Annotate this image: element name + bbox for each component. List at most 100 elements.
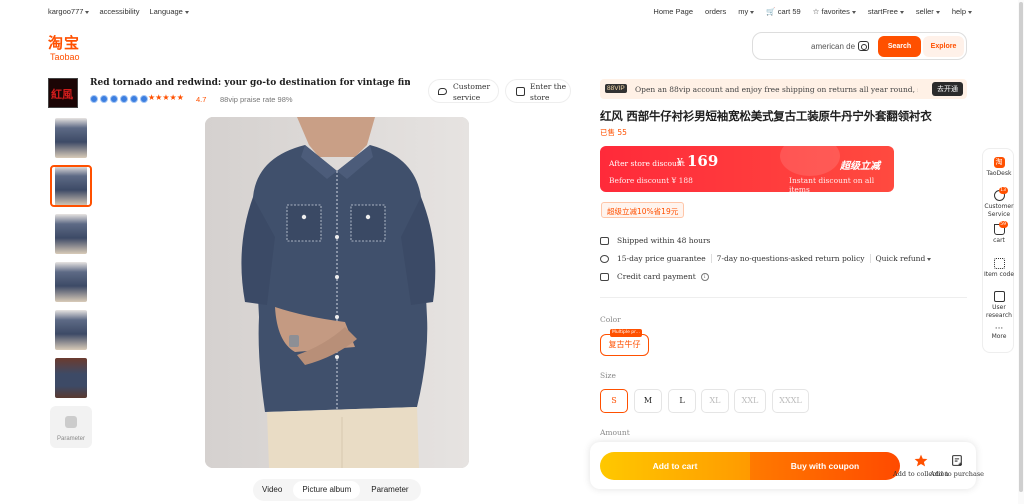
star-icon — [914, 454, 928, 467]
research-icon — [993, 291, 1005, 302]
rail-cart-label: cart — [993, 237, 1005, 244]
truck-icon — [600, 236, 609, 245]
shop-level-badges — [90, 95, 148, 103]
orders-link[interactable]: orders — [705, 7, 726, 16]
buy-with-coupon-button[interactable]: Buy with coupon — [750, 452, 900, 480]
badge-icon — [140, 95, 148, 103]
rail-item-code-label: Item code — [983, 271, 1015, 278]
thumbnail-active[interactable] — [50, 165, 92, 207]
user-menu[interactable]: kargoo777 — [48, 7, 89, 16]
amount-label: Amount — [600, 428, 630, 437]
shield-icon — [600, 254, 609, 263]
rail-taodesk-label: TaoDesk — [986, 170, 1012, 177]
parameter-thumb-label: Parameter — [56, 436, 85, 442]
enter-store-button[interactable]: Enter the store — [505, 79, 571, 103]
size-option-l[interactable]: L — [668, 389, 696, 413]
coupon-badge[interactable]: 超级立减10%省19元 — [601, 202, 685, 218]
shipping-info: Shipped within 48 hours — [600, 236, 710, 245]
rail-item-code[interactable]: Item code — [983, 258, 1015, 279]
before-discount-price: Before discount ¥ 188 — [609, 176, 693, 185]
rail-more[interactable]: ··· More — [983, 325, 1015, 341]
currency-symbol: ¥ — [677, 158, 683, 168]
rail-customer-service-label: Customer Service — [984, 203, 1014, 218]
taobao-logo[interactable]: 淘宝 Taobao — [48, 32, 80, 62]
shop-name-text: Red tornado and redwind: your go-to dest… — [90, 78, 410, 88]
vip-banner[interactable]: 88VIP Open an 88vip account and enjoy fr… — [600, 79, 967, 99]
home-page-link[interactable]: Home Page — [653, 7, 693, 16]
quick-refund-dropdown[interactable]: Quick refund — [876, 254, 932, 263]
product-title: 红风 西部牛仔衬衫男短袖宽松美式复古工装原牛丹宁外套翻领衬衣 — [600, 109, 932, 123]
badge-icon — [120, 95, 128, 103]
customer-service-button[interactable]: Customer service — [428, 79, 499, 103]
rail-cart[interactable]: 59 cart — [983, 221, 1015, 245]
store-icon — [516, 87, 525, 96]
rail-customer-service[interactable]: 13 Customer Service — [983, 187, 1015, 218]
explore-button[interactable]: Explore — [923, 36, 964, 57]
instant-discount-label: Instant discount on all items — [789, 176, 875, 192]
camera-icon[interactable] — [858, 41, 869, 51]
star-icon: ☆ — [812, 7, 820, 16]
chat-icon — [438, 88, 447, 95]
badge-icon — [130, 95, 138, 103]
taobao-icon: 淘 — [993, 157, 1005, 168]
guarantee-info: 15-day price guarantee 7-day no-questions… — [600, 254, 931, 263]
my-menu[interactable]: my — [738, 7, 754, 16]
color-option[interactable]: Multiple pr... 复古牛仔 — [600, 329, 649, 356]
shop-rating: 4.7 — [196, 95, 207, 104]
page-scrollbar[interactable] — [1018, 0, 1024, 504]
main-product-image[interactable] — [205, 117, 469, 468]
badge-icon — [100, 95, 108, 103]
seller-menu[interactable]: seller — [916, 7, 940, 16]
color-option-label: 复古牛仔 — [608, 340, 641, 349]
tab-video[interactable]: Video — [253, 481, 291, 499]
accessibility-link[interactable]: accessibility — [99, 7, 139, 16]
scrollbar-thumb[interactable] — [1019, 2, 1023, 492]
size-option-s[interactable]: S — [600, 389, 628, 413]
rail-user-research-label: User research — [986, 304, 1012, 319]
size-option-m[interactable]: M — [634, 389, 662, 413]
customer-service-icon: 13 — [993, 187, 1008, 201]
thumbnail[interactable] — [50, 213, 92, 255]
thumbnail[interactable] — [50, 309, 92, 351]
tab-picture-album[interactable]: Picture album — [293, 481, 361, 499]
badge-icon — [90, 95, 98, 103]
size-option-xl[interactable]: XL — [701, 389, 729, 413]
shop-name[interactable]: Red tornado and redwind: your go-to dest… — [90, 78, 410, 88]
cart-icon: 🛒 — [766, 7, 776, 16]
returns-text: 7-day no-questions-asked return policy — [716, 254, 865, 263]
rail-taodesk[interactable]: 淘 TaoDesk — [983, 157, 1015, 178]
more-dots-icon: ··· — [994, 324, 1004, 334]
shop-stars: ★★★★★ — [148, 93, 184, 102]
parameter-thumbnail[interactable]: Parameter — [50, 406, 92, 448]
help-menu[interactable]: help — [952, 7, 972, 16]
guarantee-text: 15-day price guarantee — [617, 254, 706, 263]
language-menu[interactable]: Language — [149, 7, 188, 16]
right-rail: 淘 TaoDesk 13 Customer Service 59 cart It… — [982, 148, 1014, 353]
size-option-xxl[interactable]: XXL — [734, 389, 766, 413]
discounted-price: 169 — [687, 152, 719, 170]
info-icon[interactable]: i — [700, 272, 709, 281]
enter-store-label: Enter the store — [530, 82, 567, 102]
rail-more-label: More — [991, 333, 1007, 340]
rail-user-research[interactable]: User research — [983, 291, 1015, 319]
shop-avatar[interactable] — [48, 78, 78, 108]
decorative-swoosh — [780, 146, 840, 176]
tab-parameter[interactable]: Parameter — [362, 481, 417, 499]
cart-link[interactable]: 🛒 cart 59 — [766, 7, 800, 16]
praise-rate: 88vip praise rate 98% — [220, 95, 293, 104]
search-button[interactable]: Search — [878, 36, 921, 57]
purchase-list-icon — [951, 455, 962, 466]
qr-code-icon — [993, 258, 1005, 269]
thumbnail[interactable] — [50, 261, 92, 303]
thumbnail[interactable] — [50, 117, 92, 159]
size-option-xxxl[interactable]: XXXL — [772, 389, 809, 413]
vip-open-button[interactable]: 去开通 — [932, 82, 963, 96]
cart-count: cart 59 — [777, 7, 801, 16]
startfree-menu[interactable]: startFree — [868, 7, 904, 16]
vip-message: Open an 88vip account and enjoy free shi… — [635, 85, 918, 94]
add-to-cart-button[interactable]: Add to cart — [600, 452, 750, 480]
favorites-menu[interactable]: ☆ favorites — [813, 7, 856, 16]
thumbnail[interactable] — [50, 357, 92, 399]
price-box: After store discount ¥ 169 超级立减 Before d… — [600, 146, 894, 192]
add-to-purchase-button[interactable]: Add to purchase — [930, 454, 984, 478]
